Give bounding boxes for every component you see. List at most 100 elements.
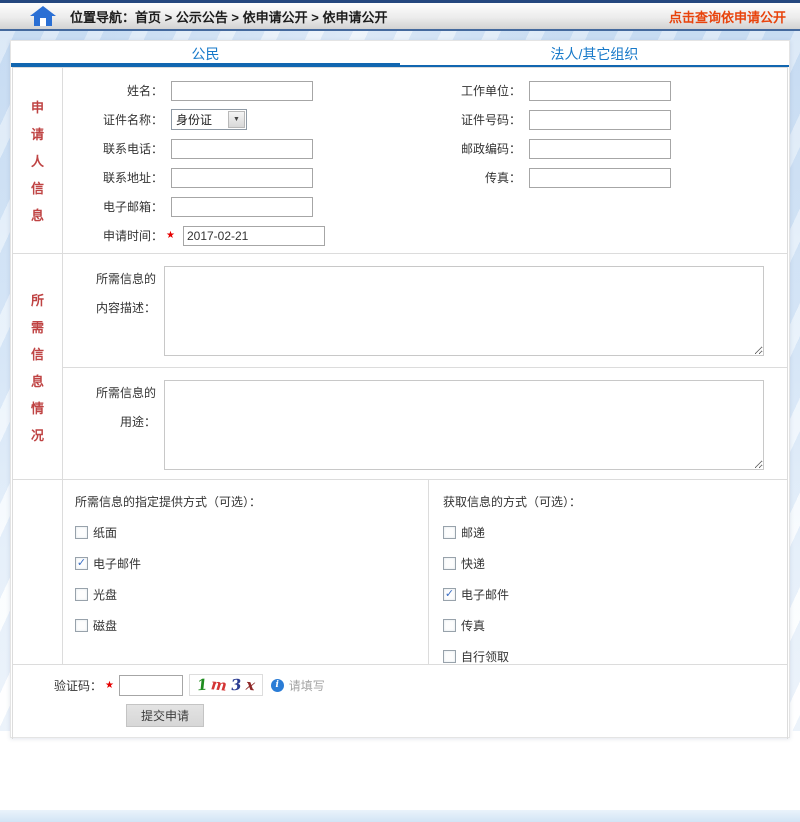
applicant-info-side-label: 申请人信息 [13, 68, 63, 253]
form-table: 申请人信息 姓名：证件名称：身份证▼联系电话：联系地址：电子邮箱：申请时间：★ … [12, 67, 788, 739]
field-row: 联系电话： [63, 134, 421, 163]
query-disclosure-link[interactable]: 点击查询依申请公开 [669, 7, 786, 26]
select-value: 身份证 [172, 111, 228, 128]
id-type-select[interactable]: 身份证▼ [171, 109, 247, 130]
fax-input[interactable] [529, 168, 671, 188]
field-label: 证件号码： [421, 111, 521, 128]
fax-checkbox[interactable]: 传真 [443, 618, 787, 632]
textarea-label: 所需信息的内容描述： [63, 254, 164, 367]
self-pickup-checkbox[interactable]: 自行领取 [443, 649, 787, 663]
textarea-label: 所需信息的用途： [63, 368, 164, 480]
purpose-textarea[interactable] [164, 380, 764, 470]
side-label-char: 息 [31, 371, 44, 390]
applicant-fields-left: 姓名：证件名称：身份证▼联系电话：联系地址：电子邮箱：申请时间：★ [63, 76, 421, 253]
applicant-fields-right: 工作单位： 证件号码： 邮政编码： 传真： [421, 76, 789, 253]
checkbox-label: 自行领取 [461, 648, 509, 665]
field-label: 传真： [421, 169, 521, 186]
methods-section: 所需信息的指定提供方式（可选）： 纸面✓电子邮件光盘磁盘 获取信息的方式（可选）… [13, 479, 787, 664]
breadcrumb[interactable]: 位置导航：首页 > 公示公告 > 依申请公开 > 依申请公开 [70, 7, 387, 26]
breadcrumb-bar: 位置导航：首页 > 公示公告 > 依申请公开 > 依申请公开 点击查询依申请公开 [0, 0, 800, 31]
checkbox-checked-icon: ✓ [75, 557, 88, 570]
captcha-input[interactable] [119, 675, 183, 696]
field-row: 联系地址： [63, 163, 421, 192]
obtain-methods-title: 获取信息的方式（可选）： [443, 493, 787, 510]
textarea-label-line2: 用途： [63, 415, 156, 430]
email-input[interactable] [171, 197, 313, 217]
tab-citizen-label: 公民 [192, 41, 220, 64]
required-info-side-label: 所需信息情况 [13, 254, 63, 479]
applicant-info-section: 申请人信息 姓名：证件名称：身份证▼联系电话：联系地址：电子邮箱：申请时间：★ … [13, 67, 787, 253]
side-label-char: 息 [31, 205, 44, 224]
checkbox-label: 电子邮件 [461, 586, 509, 603]
provide-methods-options: 纸面 ✓ 电子邮件光盘磁盘 [75, 525, 428, 632]
checkbox-label: 磁盘 [93, 617, 117, 634]
name-input[interactable] [171, 81, 313, 101]
provide-methods-title: 所需信息的指定提供方式（可选）： [75, 493, 428, 510]
field-label: 姓名： [63, 82, 163, 99]
info-icon: i [271, 679, 284, 692]
field-label: 邮政编码： [421, 140, 521, 157]
id-number-input[interactable] [529, 110, 671, 130]
field-label: 联系地址： [63, 169, 163, 186]
field-row: 工作单位： [421, 76, 789, 105]
apply-date-input[interactable] [183, 226, 325, 246]
side-label-char: 况 [31, 425, 44, 444]
side-label-char: 信 [31, 178, 44, 197]
checkbox-label: 传真 [461, 617, 485, 634]
footer-strip [0, 810, 800, 822]
captcha-image[interactable]: 1т3x [189, 674, 263, 696]
side-label-char: 请 [31, 124, 44, 143]
obtain-email-checkbox[interactable]: ✓电子邮件 [443, 587, 787, 601]
checkbox-icon [75, 588, 88, 601]
obtain-methods-group: 获取信息的方式（可选）： 邮递快递 ✓电子邮件传真自行领取 [429, 480, 787, 664]
captcha-char: 1 [196, 676, 208, 695]
field-row: 证件名称：身份证▼ [63, 105, 421, 134]
field-label: 联系电话： [63, 140, 163, 157]
chevron-down-icon: ▼ [228, 111, 245, 128]
captcha-char: т [211, 675, 229, 695]
side-label-char: 申 [31, 97, 44, 116]
tab-legal-entity[interactable]: 法人/其它组织 [400, 41, 789, 67]
tab-legal-entity-label: 法人/其它组织 [551, 41, 639, 64]
side-label-char: 需 [31, 317, 44, 336]
checkbox-icon [443, 557, 456, 570]
side-label-char: 信 [31, 344, 44, 363]
textarea-row: 所需信息的用途： [63, 367, 787, 480]
checkbox-label: 快递 [461, 555, 485, 572]
checkbox-icon [443, 650, 456, 663]
captcha-char: 3 [231, 676, 243, 695]
postcode-input[interactable] [529, 139, 671, 159]
phone-input[interactable] [171, 139, 313, 159]
checkbox-label: 光盘 [93, 586, 117, 603]
submit-button[interactable]: 提交申请 [126, 704, 204, 727]
address-input[interactable] [171, 168, 313, 188]
side-label-char: 所 [31, 290, 44, 309]
captcha-hint: 请填写 [289, 677, 325, 694]
express-checkbox[interactable]: 快递 [443, 556, 787, 570]
textarea-label-line1: 所需信息的 [96, 272, 156, 286]
field-label: 申请时间： [63, 227, 163, 244]
provide-methods-group: 所需信息的指定提供方式（可选）： 纸面 ✓ 电子邮件光盘磁盘 [63, 480, 429, 664]
checkbox-icon [443, 619, 456, 632]
workunit-input[interactable] [529, 81, 671, 101]
checkbox-icon [75, 526, 88, 539]
content-desc-textarea[interactable] [164, 266, 764, 356]
field-label: 工作单位： [421, 82, 521, 99]
obtain-methods-options: 邮递快递 ✓电子邮件传真自行领取 [443, 525, 787, 663]
required-star: ★ [166, 230, 175, 241]
captcha-label: 验证码： [54, 677, 102, 694]
application-form-panel: 公民 法人/其它组织 申请人信息 姓名： 证件名称：身份证▼ 联系电话： 联系地址： 电… [10, 40, 790, 738]
methods-side-cell [13, 480, 63, 664]
checkbox-label: 电子邮件 [93, 555, 141, 572]
email-checkbox[interactable]: ✓ 电子邮件 [75, 556, 428, 570]
disk-checkbox[interactable]: 磁盘 [75, 618, 428, 632]
required-star: ★ [105, 680, 114, 691]
home-icon[interactable] [30, 6, 56, 26]
tab-citizen[interactable]: 公民 [11, 41, 400, 67]
captcha-char: x [245, 676, 256, 695]
field-row: 证件号码： [421, 105, 789, 134]
cd-checkbox[interactable]: 光盘 [75, 587, 428, 601]
paper-checkbox[interactable]: 纸面 [75, 525, 428, 539]
mail-checkbox[interactable]: 邮递 [443, 525, 787, 539]
side-label-char: 情 [31, 398, 44, 417]
